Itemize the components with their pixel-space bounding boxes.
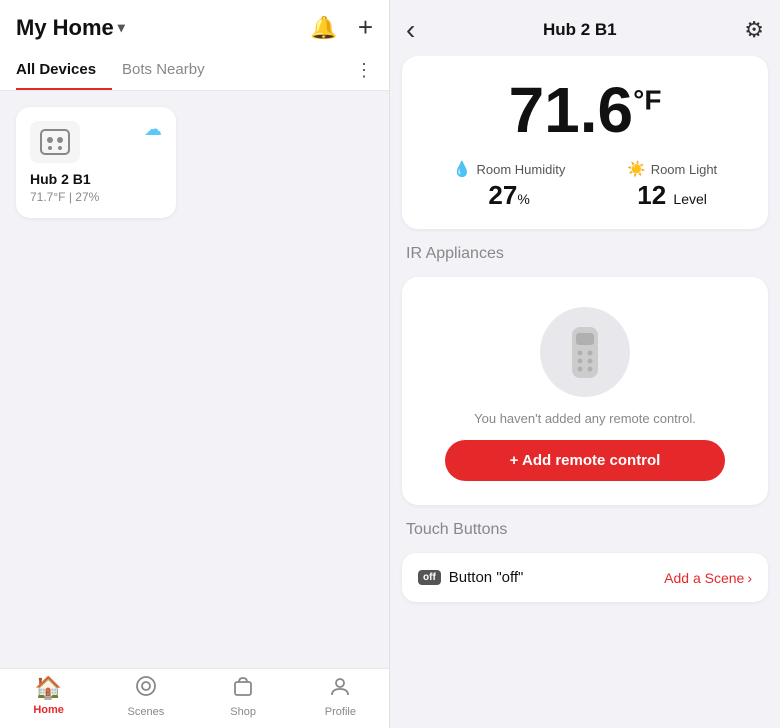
humidity-icon: 💧 [453,160,472,178]
temperature-unit: °F [633,85,661,116]
humidity-label-text: Room Humidity [477,162,566,177]
scenes-nav-label: Scenes [128,706,165,718]
tab-bots-nearby[interactable]: Bots Nearby [122,51,221,90]
scenes-nav-icon [135,675,157,703]
light-metric: ☀️ Room Light 12 Level [627,160,717,211]
left-panel: My Home ▾ 🔔 + All Devices Bots Nearby ⋮ … [0,0,390,728]
off-badge: off [418,570,441,585]
temperature-card: 71.6°F 💧 Room Humidity 27% ☀️ Room Light [402,56,768,229]
light-icon: ☀️ [627,160,646,178]
light-unit: Level [673,191,706,207]
temperature-value: 71.6 [509,74,634,146]
bottom-nav: 🏠 Home Scenes Shop Profile [0,668,389,728]
more-options-icon[interactable]: ⋮ [355,60,373,81]
button-off-name: Button "off" [449,569,524,586]
humidity-unit: % [517,191,529,207]
nav-shop[interactable]: Shop [195,675,292,718]
shop-nav-label: Shop [230,706,256,718]
right-header: ‹ Hub 2 B1 ⚙ [390,0,780,56]
device-name: Hub 2 B1 [30,171,162,187]
home-title-text: My Home [16,15,114,41]
light-label-row: ☀️ Room Light [627,160,717,178]
device-icon-box [30,121,80,163]
light-label-text: Room Light [651,162,717,177]
nav-scenes[interactable]: Scenes [97,675,194,718]
profile-nav-label: Profile [325,706,356,718]
touch-buttons-label: Touch Buttons [402,521,768,539]
hub-device-icon [39,128,71,156]
device-stats: 71.7°F | 27% [30,190,162,204]
add-scene-link[interactable]: Add a Scene › [664,570,752,586]
bell-icon[interactable]: 🔔 [310,15,337,41]
settings-gear-icon[interactable]: ⚙ [744,17,764,43]
tab-all-devices[interactable]: All Devices [16,51,112,90]
device-card-hub2b1[interactable]: ☁ Hub 2 B1 71.7°F | 27% [16,107,176,218]
device-grid: ☁ Hub 2 B1 71.7°F | 27% [0,91,389,668]
tabs-container: All Devices Bots Nearby [16,51,231,90]
profile-nav-icon [329,675,351,703]
add-scene-label: Add a Scene [664,570,744,586]
button-off-group: off Button "off" [418,569,523,586]
humidity-metric: 💧 Room Humidity 27% [453,160,566,211]
humidity-value: 27% [488,180,529,211]
touch-button-row[interactable]: off Button "off" Add a Scene › [402,553,768,602]
ir-empty-text: You haven't added any remote control. [474,411,696,426]
light-value: 12 Level [637,180,707,211]
humidity-number: 27 [488,180,517,210]
tab-bar: All Devices Bots Nearby ⋮ [0,51,389,91]
light-number: 12 [637,180,666,210]
shop-nav-icon [232,675,254,703]
right-panel: ‹ Hub 2 B1 ⚙ 71.6°F 💧 Room Humidity 27% [390,0,780,728]
temp-metrics-row: 💧 Room Humidity 27% ☀️ Room Light 12 Lev… [422,160,748,211]
humidity-label-row: 💧 Room Humidity [453,160,566,178]
nav-home[interactable]: 🏠 Home [0,675,97,718]
temperature-display: 71.6°F [422,78,748,142]
ir-section-label: IR Appliances [402,245,768,263]
ir-section: IR Appliances You haven't added any remo… [402,245,768,505]
left-header: My Home ▾ 🔔 + [0,0,389,51]
home-chevron-icon: ▾ [118,19,125,36]
add-icon[interactable]: + [358,12,373,43]
home-nav-icon: 🏠 [35,675,62,701]
home-nav-label: Home [33,704,64,716]
add-remote-control-button[interactable]: + Add remote control [445,440,725,481]
header-icons-group: 🔔 + [310,12,373,43]
remote-icon-circle [540,307,630,397]
back-icon[interactable]: ‹ [406,14,415,46]
ir-empty-state: You haven't added any remote control. + … [402,277,768,505]
right-panel-title: Hub 2 B1 [543,20,617,40]
touch-buttons-section: Touch Buttons off Button "off" Add a Sce… [402,521,768,602]
chevron-right-icon: › [747,570,752,586]
nav-profile[interactable]: Profile [292,675,389,718]
right-content: 71.6°F 💧 Room Humidity 27% ☀️ Room Light [390,56,780,728]
remote-control-icon [566,325,604,380]
cloud-connected-icon: ☁ [144,119,162,140]
home-title-group[interactable]: My Home ▾ [16,15,125,41]
